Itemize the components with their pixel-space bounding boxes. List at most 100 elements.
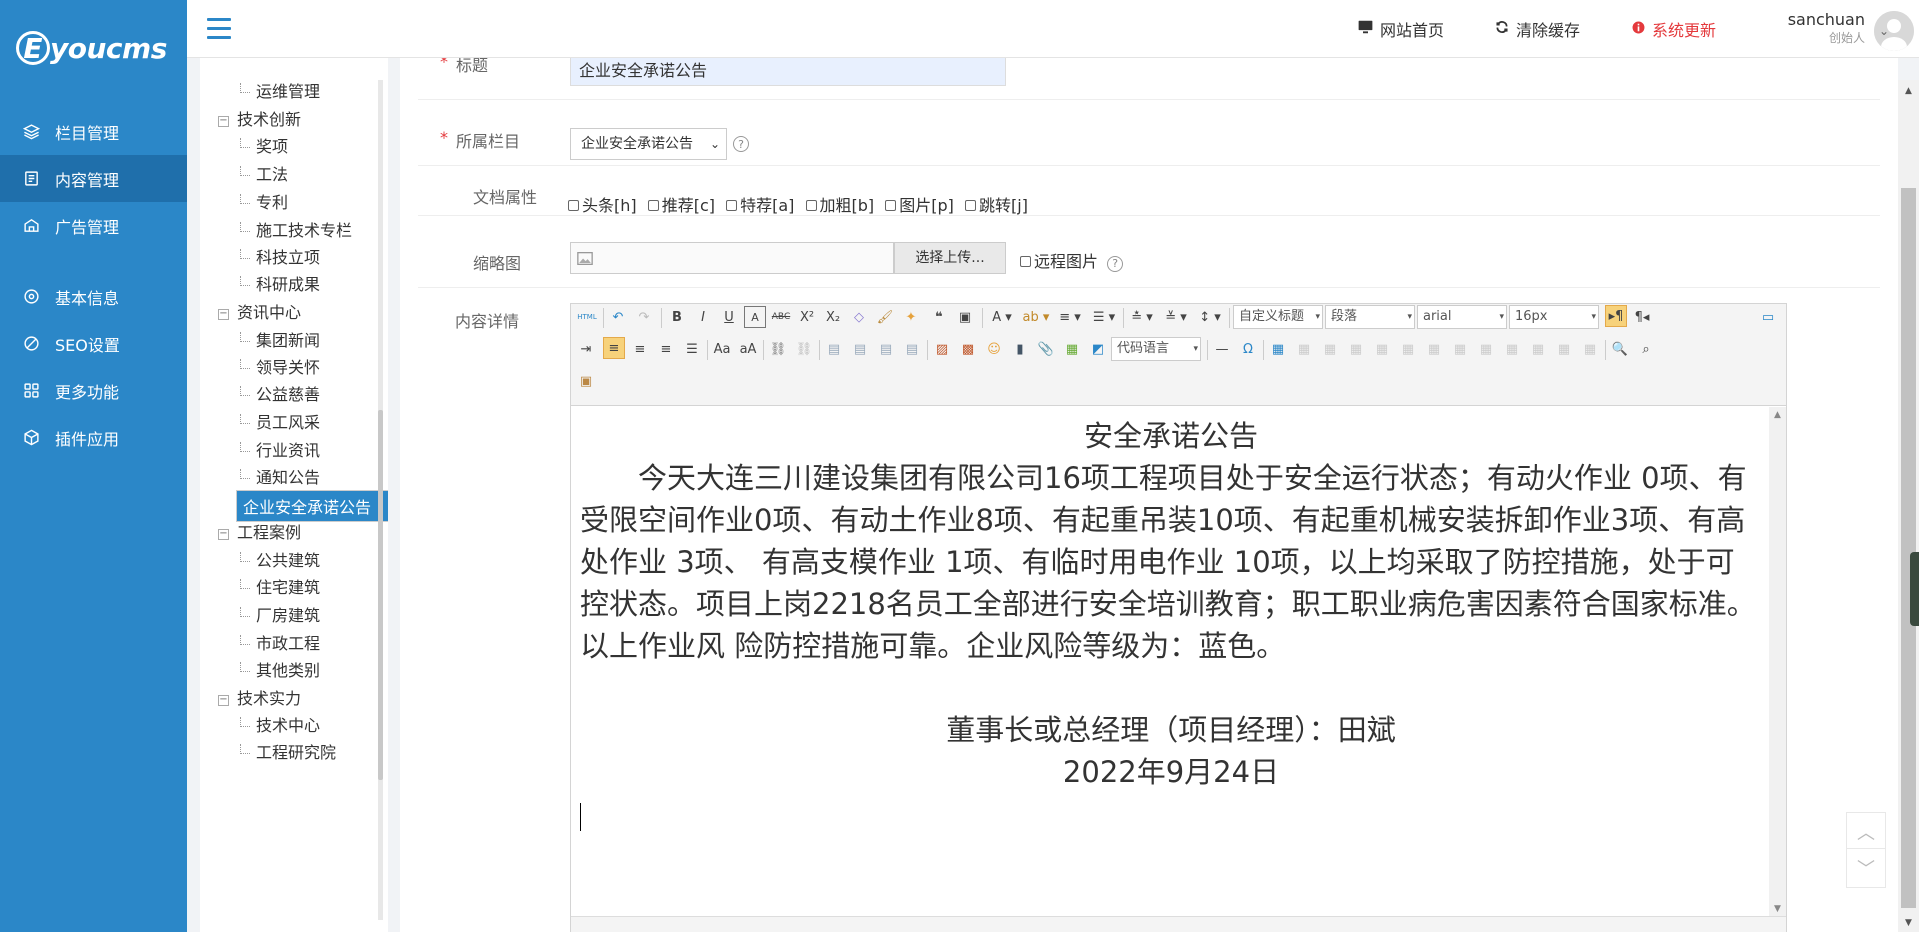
- tree-group[interactable]: − 资讯中心: [218, 299, 301, 323]
- tree-item[interactable]: 科技立项: [240, 244, 320, 268]
- lowercase-icon[interactable]: aA: [737, 338, 759, 360]
- upload-button[interactable]: 选择上传...: [894, 242, 1006, 274]
- italic-icon[interactable]: I: [692, 306, 714, 328]
- align-justify-icon[interactable]: ☰: [681, 338, 703, 360]
- tree-item[interactable]: 员工风采: [240, 409, 320, 433]
- tree-item[interactable]: 公共建筑: [240, 547, 320, 571]
- blockquote-icon[interactable]: ❝: [928, 306, 950, 328]
- system-update-link[interactable]: 系统更新: [1632, 17, 1716, 41]
- nav-item-ads[interactable]: 广告管理: [0, 202, 187, 249]
- table-delete-icon[interactable]: ▦: [1293, 338, 1315, 360]
- highlight-icon[interactable]: ab ▾: [1021, 306, 1051, 328]
- attr-bold[interactable]: 加粗[b]: [805, 196, 874, 215]
- checkbox[interactable]: [965, 200, 977, 211]
- font-size-select[interactable]: 16px ▾: [1509, 305, 1599, 329]
- align-left-icon[interactable]: ≡: [603, 337, 625, 359]
- undo-icon[interactable]: ↶: [607, 306, 629, 328]
- ordered-list-icon[interactable]: ≡ ▾: [1055, 306, 1085, 328]
- delete-col-icon[interactable]: ▦: [1423, 338, 1445, 360]
- title-input[interactable]: 企业安全承诺公告: [570, 58, 1006, 86]
- split-cells-icon[interactable]: ▦: [1527, 338, 1549, 360]
- merge-cells-icon[interactable]: ▦: [1449, 338, 1471, 360]
- float-center-icon[interactable]: ▤: [901, 338, 923, 360]
- scroll-down-icon[interactable]: ▼: [1769, 901, 1786, 917]
- iframe-icon[interactable]: ◩: [1087, 338, 1109, 360]
- font-color-icon[interactable]: A ▾: [987, 306, 1017, 328]
- attr-jump[interactable]: 跳转[j]: [965, 196, 1028, 215]
- tree-item[interactable]: 其他类别: [240, 657, 320, 681]
- split-cols-icon[interactable]: ▦: [1579, 338, 1601, 360]
- tree-item[interactable]: 技术中心: [240, 712, 320, 736]
- line-height-icon[interactable]: ↕ ▾: [1195, 306, 1225, 328]
- map-icon[interactable]: ▦: [1061, 338, 1083, 360]
- scroll-top-button[interactable]: ︿: [1846, 812, 1886, 852]
- horizontal-rule-icon[interactable]: —: [1211, 338, 1233, 360]
- column-select[interactable]: 企业安全承诺公告 ⌄: [570, 128, 727, 160]
- nav-item-basic-info[interactable]: 基本信息: [0, 273, 187, 320]
- code-language-select[interactable]: 代码语言 ▾: [1111, 337, 1201, 361]
- tree-group[interactable]: − 技术实力: [218, 685, 301, 709]
- tree-item[interactable]: 集团新闻: [240, 327, 320, 351]
- clear-cache-link[interactable]: 清除缓存: [1495, 17, 1580, 41]
- paragraph-select[interactable]: 段落 ▾: [1325, 305, 1415, 329]
- logo[interactable]: E youcms: [0, 0, 187, 96]
- format-brush-icon[interactable]: 🖌: [874, 306, 896, 328]
- attr-image[interactable]: 图片[p]: [885, 196, 954, 215]
- tree-item[interactable]: 领导关怀: [240, 354, 320, 378]
- remote-image-option[interactable]: 远程图片 ?: [1020, 248, 1124, 272]
- unordered-list-icon[interactable]: ☰ ▾: [1089, 306, 1119, 328]
- help-icon[interactable]: ?: [733, 136, 749, 152]
- nav-item-content[interactable]: 内容管理: [0, 155, 187, 202]
- merge-down-icon[interactable]: ▦: [1501, 338, 1523, 360]
- multi-image-icon[interactable]: ▩: [957, 338, 979, 360]
- tree-item[interactable]: 奖项: [240, 133, 288, 157]
- preview-icon[interactable]: 🔍: [1609, 338, 1631, 360]
- tree-item[interactable]: 科研成果: [240, 271, 320, 295]
- float-none-icon[interactable]: ▤: [823, 338, 845, 360]
- collapse-icon[interactable]: −: [218, 309, 229, 320]
- search-replace-icon[interactable]: ⌕: [1635, 338, 1657, 360]
- align-right-icon[interactable]: ≡: [655, 338, 677, 360]
- tree-item[interactable]: 厂房建筑: [240, 602, 320, 626]
- side-panel-grip[interactable]: [1910, 552, 1919, 626]
- tree-item[interactable]: 市政工程: [240, 630, 320, 654]
- collapse-icon[interactable]: −: [218, 529, 229, 540]
- checkbox[interactable]: [805, 200, 817, 211]
- table-insert-icon[interactable]: ▦: [1267, 338, 1289, 360]
- page-scrollbar[interactable]: ▲ ▼: [1898, 80, 1919, 932]
- page-scroll-thumb[interactable]: [1901, 188, 1916, 908]
- insert-col-icon[interactable]: ▦: [1397, 338, 1419, 360]
- emotion-icon[interactable]: ☺: [983, 338, 1005, 360]
- image-insert-icon[interactable]: ▨: [931, 338, 953, 360]
- tree-item[interactable]: 行业资讯: [240, 437, 320, 461]
- checkbox[interactable]: [647, 200, 659, 211]
- attr-special[interactable]: 特荐[a]: [726, 196, 794, 215]
- fullscreen-icon[interactable]: ▭: [1757, 306, 1779, 328]
- redo-icon[interactable]: ↷: [633, 306, 655, 328]
- help-icon[interactable]: ?: [1107, 255, 1124, 272]
- merge-right-icon[interactable]: ▦: [1475, 338, 1497, 360]
- checkbox[interactable]: [885, 200, 897, 211]
- subscript-icon[interactable]: X₂: [822, 306, 844, 328]
- scroll-bottom-button[interactable]: ﹀: [1846, 848, 1886, 888]
- tree-item[interactable]: 公益慈善: [240, 381, 320, 405]
- uppercase-icon[interactable]: Aa: [711, 338, 733, 360]
- scroll-down-icon[interactable]: ▼: [1898, 918, 1919, 928]
- align-center-icon[interactable]: ≡: [629, 338, 651, 360]
- attr-headline[interactable]: 头条[h]: [568, 196, 637, 215]
- tree-item[interactable]: 住宅建筑: [240, 574, 320, 598]
- editor-scrollbar[interactable]: ▲ ▼: [1769, 407, 1786, 917]
- checkbox[interactable]: [568, 200, 579, 211]
- tree-item[interactable]: 通知公告: [240, 464, 320, 488]
- tree-group[interactable]: − 工程案例: [218, 519, 301, 543]
- nav-item-plugins[interactable]: 插件应用: [0, 414, 187, 461]
- tree-scrollbar[interactable]: [378, 80, 383, 920]
- tree-item[interactable]: 工程研究院: [240, 739, 336, 763]
- editor-content[interactable]: 安全承诺公告 今天大连三川建设集团有限公司16项工程项目处于安全运行状态；有动火…: [571, 407, 1771, 917]
- scroll-up-icon[interactable]: ▲: [1898, 86, 1919, 96]
- superscript-icon[interactable]: X²: [796, 306, 818, 328]
- chevron-down-icon[interactable]: ⌄: [1879, 24, 1889, 38]
- collapse-icon[interactable]: −: [218, 695, 229, 706]
- float-left-icon[interactable]: ▤: [849, 338, 871, 360]
- float-right-icon[interactable]: ▤: [875, 338, 897, 360]
